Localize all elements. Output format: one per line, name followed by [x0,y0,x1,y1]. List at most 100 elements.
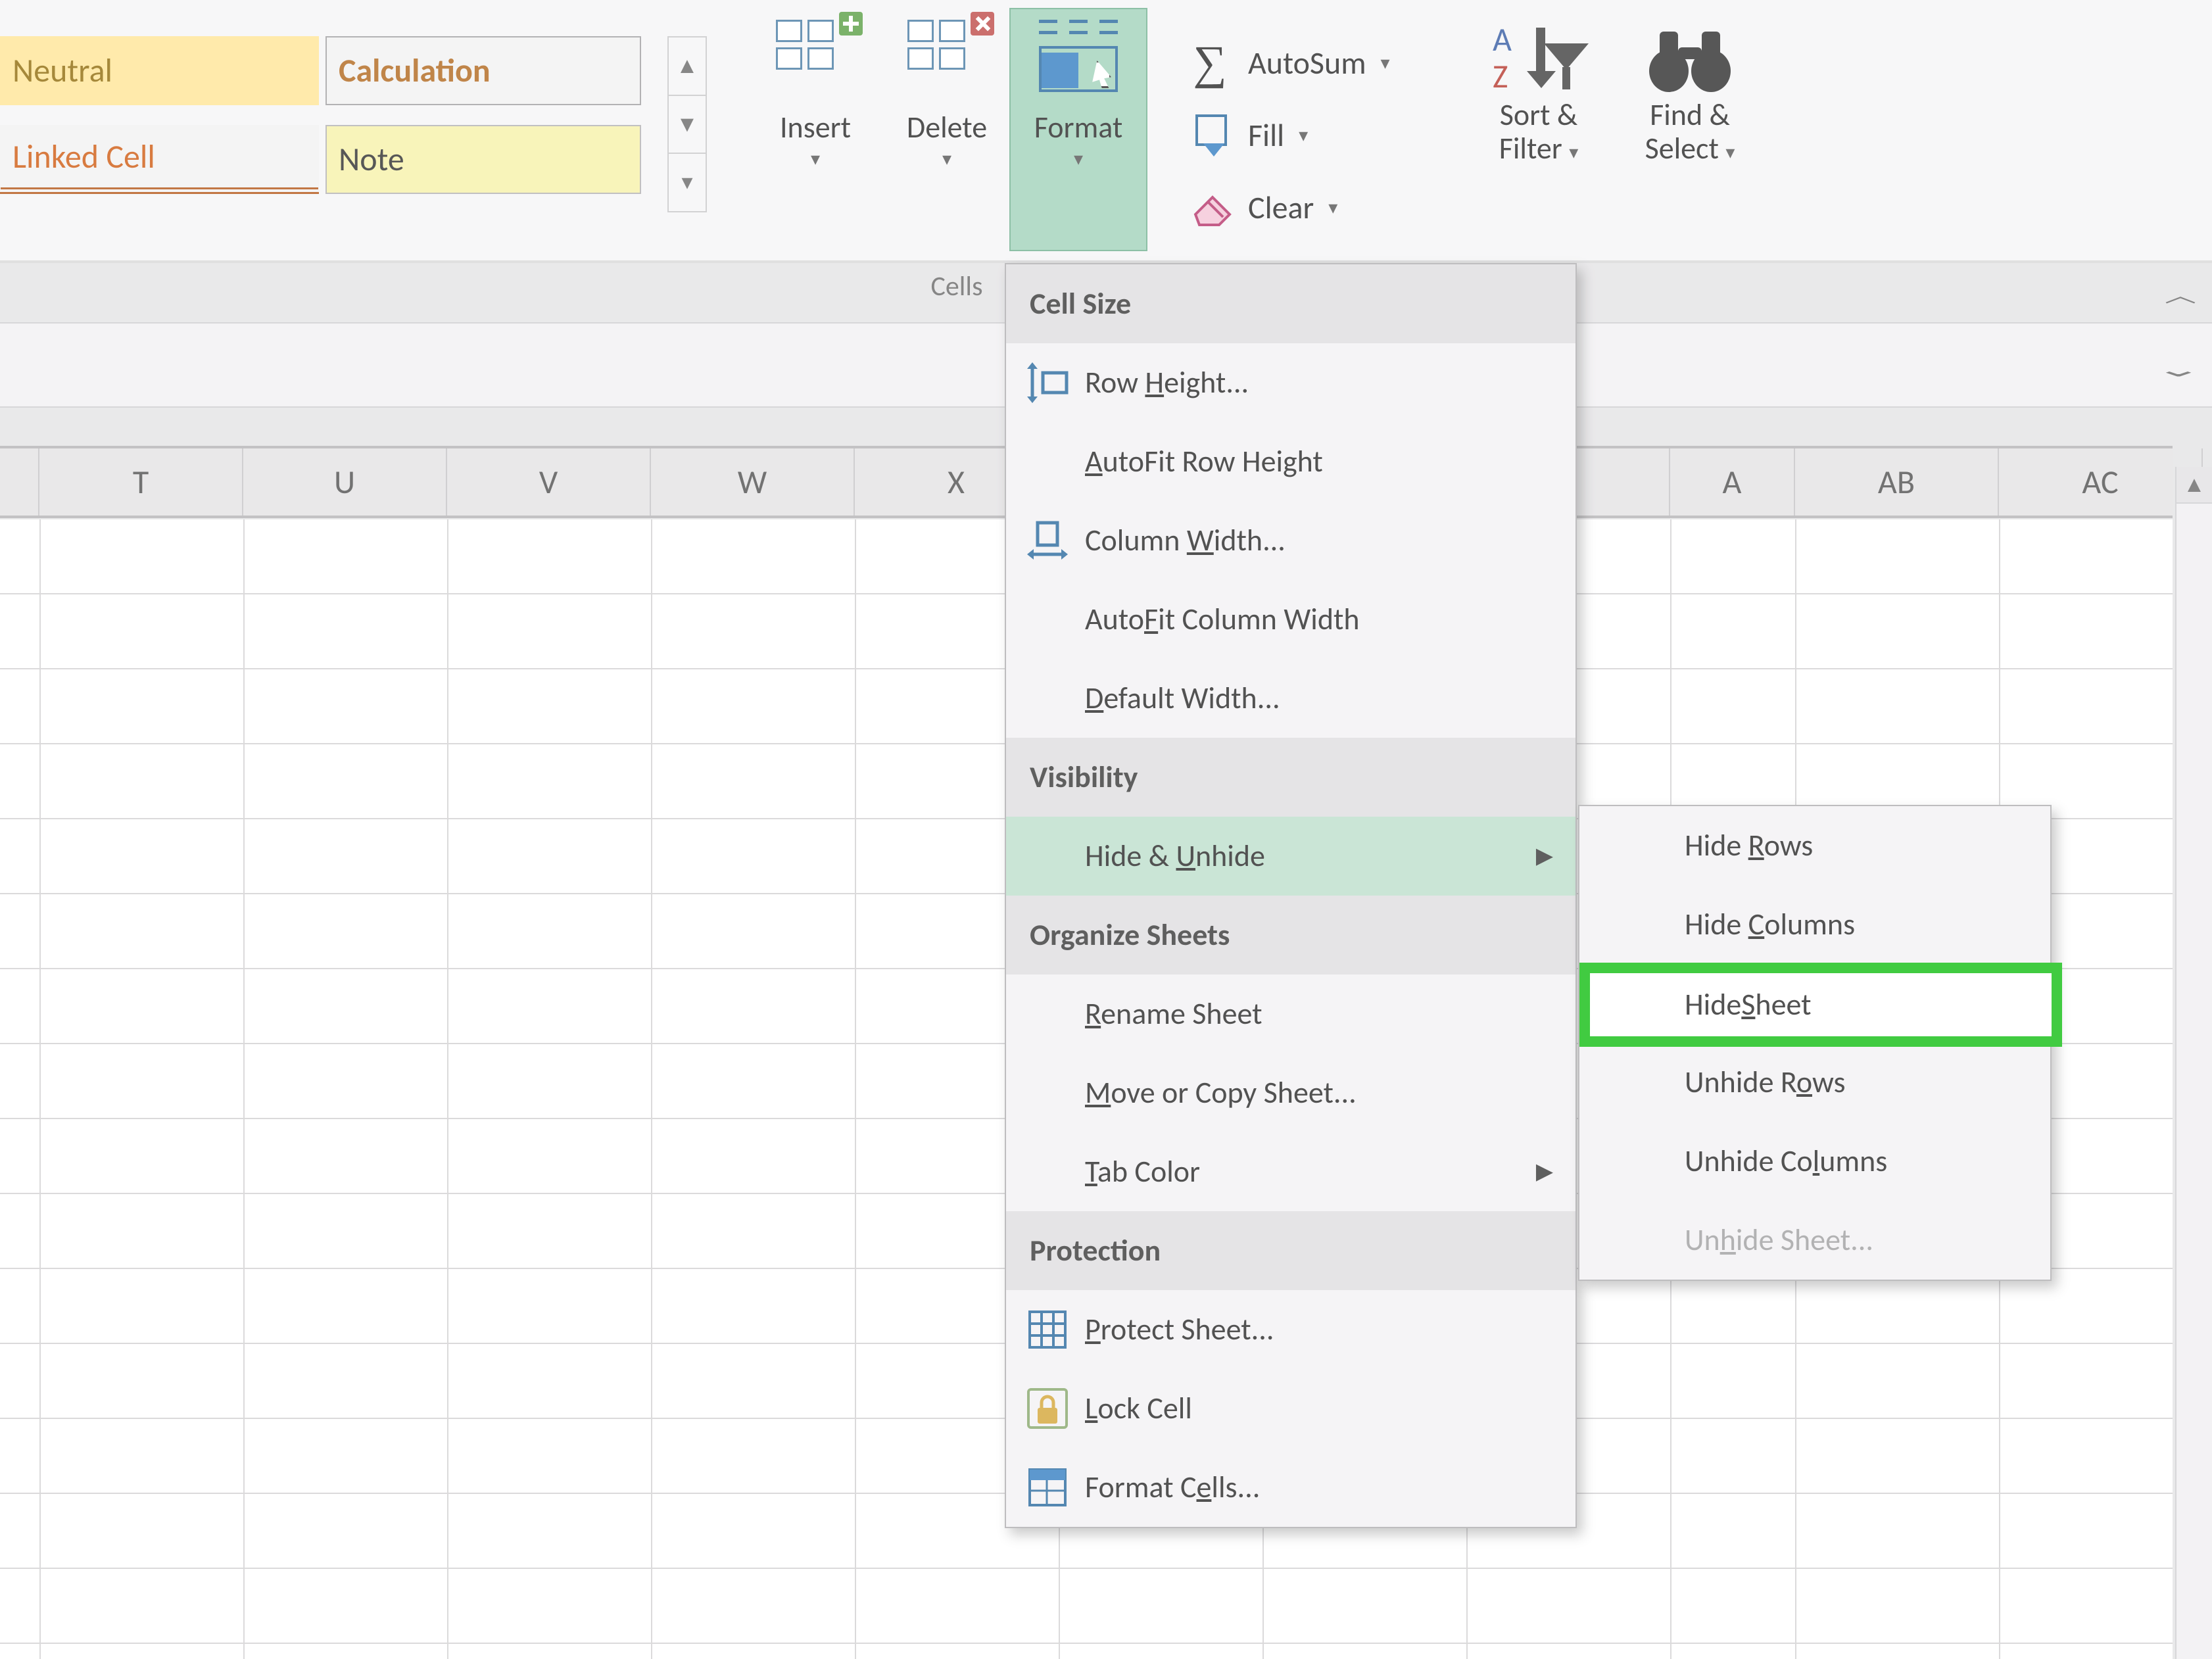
menu-label: Hide & Unhide [1085,838,1265,875]
binoculars-icon [1644,20,1736,99]
menu-label: Unhide Sheet... [1685,1222,1873,1259]
cells-group: Insert ▾ Delete ▾ [750,8,1164,258]
style-gallery-expand[interactable]: ▾ [669,153,706,211]
fill-button[interactable]: Fill ▾ [1184,99,1460,171]
format-cells-button[interactable]: Format ▾ [1009,8,1147,251]
column-header[interactable]: V [447,448,651,516]
vertical-scrollbar[interactable]: ▲ [2175,467,2212,1659]
style-linked-cell[interactable]: Linked Cell [0,125,319,194]
style-note[interactable]: Note [325,125,641,194]
clear-label: Clear [1248,188,1314,227]
protect-sheet-icon [1024,1307,1070,1353]
move-copy-sheet-item[interactable]: Move or Copy Sheet... [1006,1053,1575,1132]
format-cells-item[interactable]: Format Cells... [1006,1448,1575,1527]
column-header[interactable]: AC [1999,448,2203,516]
sort-find-group: AZ Sort & Filter ▾ Find & Select ▾ [1473,20,1756,165]
hide-sheet-item[interactable]: Hide Sheet [1579,964,2050,1043]
editing-group: ∑ AutoSum ▾ Fill ▾ Clear ▾ [1184,26,1460,243]
menu-label: Unhide Columns [1685,1143,1887,1180]
column-header[interactable]: AB [1795,448,1999,516]
style-neutral[interactable]: Neutral [0,36,319,105]
find-select-button[interactable]: Find & Select ▾ [1624,20,1756,165]
menu-label: Unhide Rows [1685,1064,1845,1101]
unhide-sheet-item: Unhide Sheet... [1579,1201,2050,1280]
hide-unhide-submenu: Hide Rows Hide Columns Hide Sheet Unhide… [1578,805,2052,1281]
autofit-row-height-item[interactable]: AutoFit Row Height [1006,422,1575,501]
format-icon [1039,20,1118,92]
menu-section-cell-size: Cell Size [1006,264,1575,343]
style-calculation[interactable]: Calculation [325,36,641,105]
row-height-item[interactable]: Row Height... [1006,343,1575,422]
protect-sheet-item[interactable]: Protect Sheet... [1006,1290,1575,1369]
style-scroll-down[interactable]: ▼ [669,95,706,153]
delete-cells-icon [907,20,986,92]
insert-cells-button[interactable]: Insert ▾ [750,8,881,251]
style-label: Neutral [12,51,112,91]
find-select-label: Find & Select [1645,97,1730,167]
sort-filter-button[interactable]: AZ Sort & Filter ▾ [1473,20,1604,165]
style-label: Linked Cell [12,137,155,177]
chevron-down-icon: ▾ [1725,141,1735,164]
format-cells-icon [1024,1464,1070,1510]
scroll-up-button[interactable]: ▲ [2176,467,2212,504]
default-width-item[interactable]: Default Width... [1006,659,1575,738]
column-width-item[interactable]: Column Width... [1006,501,1575,580]
eraser-icon [1184,184,1236,230]
lock-cell-item[interactable]: Lock Cell [1006,1369,1575,1448]
style-scroll-up[interactable]: ▲ [669,37,706,95]
format-dropdown-menu: Cell Size Row Height... AutoFit Row Heig… [1005,263,1577,1528]
autosum-label: AutoSum [1248,43,1366,82]
row-height-icon [1024,360,1070,406]
menu-label: AutoFit Row Height [1085,443,1323,480]
unhide-rows-item[interactable]: Unhide Rows [1579,1043,2050,1122]
menu-label: Default Width... [1085,680,1280,717]
chevron-down-icon: ▾ [1569,141,1578,164]
ribbon: Neutral Calculation Linked Cell Note ▲ ▼… [0,0,2212,263]
cell-styles-gallery[interactable]: Neutral Calculation Linked Cell Note [0,36,664,212]
hide-unhide-item[interactable]: Hide & Unhide ▶ [1006,817,1575,896]
fill-down-icon [1184,112,1236,158]
submenu-arrow-icon: ▶ [1536,843,1553,870]
insert-label: Insert [780,112,851,143]
collapse-ribbon-button[interactable]: ︿ [2165,280,2196,308]
autofit-column-width-item[interactable]: AutoFit Column Width [1006,580,1575,659]
chevron-down-icon: ▾ [811,147,820,170]
fill-label: Fill [1248,116,1284,155]
rename-sheet-item[interactable]: Rename Sheet [1006,974,1575,1053]
unhide-columns-item[interactable]: Unhide Columns [1579,1122,2050,1201]
column-header[interactable]: W [651,448,855,516]
chevron-down-icon: ▾ [1074,147,1083,170]
menu-section-organize: Organize Sheets [1006,896,1575,974]
column-header[interactable]: U [243,448,447,516]
delete-label: Delete [907,112,987,143]
menu-label: Column Width... [1085,522,1286,559]
hide-rows-item[interactable]: Hide Rows [1579,806,2050,885]
expand-formula-bar[interactable]: ⌄ [2153,358,2203,382]
column-header[interactable] [0,448,39,516]
menu-label: Lock Cell [1085,1390,1192,1427]
style-label: Note [339,139,404,180]
delete-cells-button[interactable]: Delete ▾ [881,8,1013,251]
sigma-icon: ∑ [1184,36,1236,90]
clear-button[interactable]: Clear ▾ [1184,171,1460,243]
column-header[interactable]: A [1670,448,1795,516]
chevron-down-icon: ▾ [1299,124,1308,147]
menu-label: Format Cells... [1085,1469,1260,1506]
chevron-down-icon: ▾ [1381,51,1390,74]
style-gallery-scroll[interactable]: ▲ ▼ ▾ [667,36,707,212]
hide-columns-item[interactable]: Hide Columns [1579,885,2050,964]
menu-label: Row Height... [1085,364,1249,401]
menu-label: Tab Color [1085,1153,1200,1190]
submenu-arrow-icon: ▶ [1536,1159,1553,1186]
column-header[interactable]: T [39,448,243,516]
chevron-down-icon: ▾ [1328,196,1337,219]
autosum-button[interactable]: ∑ AutoSum ▾ [1184,26,1460,99]
menu-section-visibility: Visibility [1006,738,1575,817]
menu-label: Rename Sheet [1085,996,1262,1032]
insert-cells-icon [776,20,855,92]
format-label: Format [1034,112,1123,143]
column-width-icon [1024,517,1070,564]
menu-label: Hide Columns [1685,906,1855,943]
tab-color-item[interactable]: Tab Color ▶ [1006,1132,1575,1211]
sort-filter-label: Sort & Filter [1499,97,1578,167]
